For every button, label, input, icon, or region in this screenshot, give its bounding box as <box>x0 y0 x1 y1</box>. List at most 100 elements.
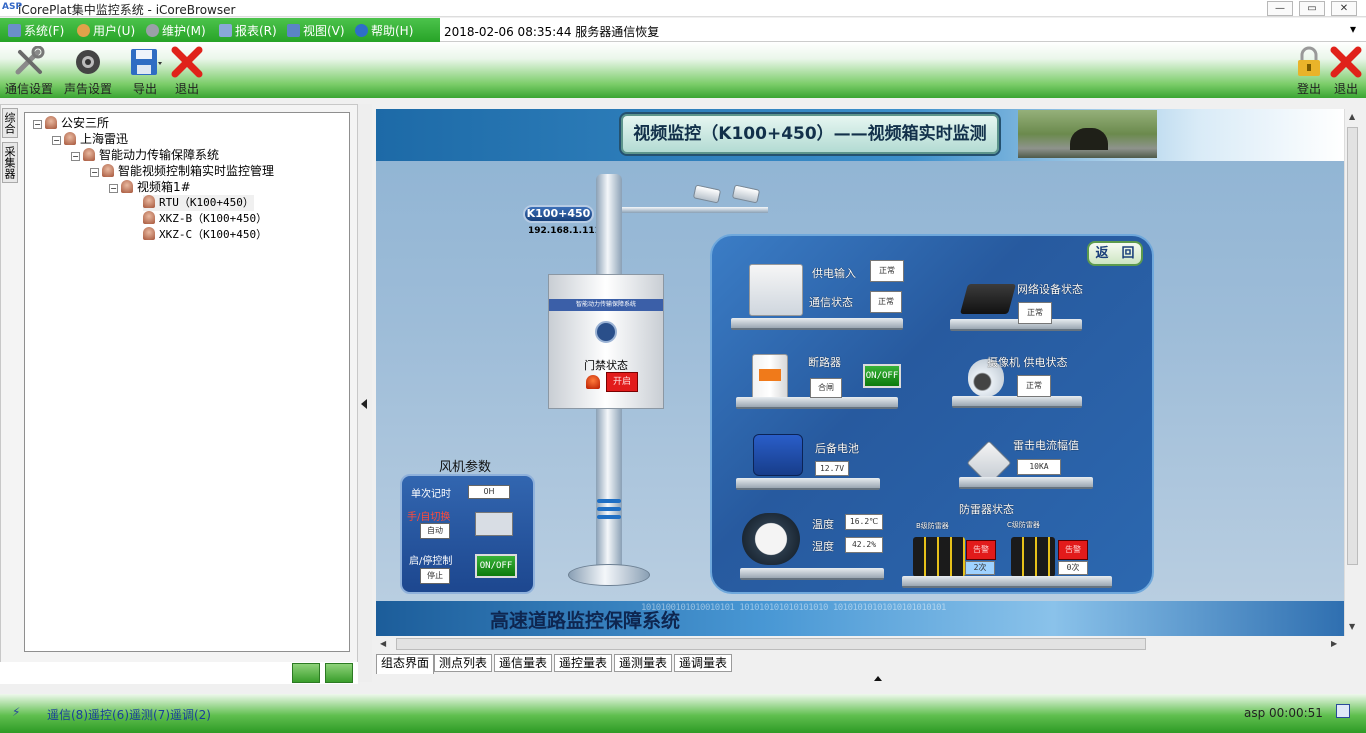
tab-points[interactable]: 测点列表 <box>434 654 493 672</box>
menu-user[interactable]: 用户(U) <box>77 22 135 39</box>
tree-node-videobox[interactable]: − 视频箱1# <box>109 179 191 195</box>
camera-arm <box>622 207 768 213</box>
camera-power-value: 正常 <box>1017 375 1051 397</box>
toolbar: 通信设置 声告设置 导出 退出 登出 退出 <box>0 42 1366 98</box>
vertical-scroll-thumb[interactable] <box>1347 127 1358 565</box>
shelf <box>736 397 898 409</box>
lightning-current-value: 10KA <box>1017 459 1061 475</box>
fan-panel: 单次记时 0H 手/自切换 自动 启/停控制 停止 ON/OFF <box>400 474 535 594</box>
breaker-label: 断路器 <box>808 356 841 369</box>
spd-c-label: C级防雷器 <box>1007 521 1040 529</box>
comm-status-label: 通信状态 <box>809 296 853 309</box>
menu-view[interactable]: 视图(V) <box>287 22 345 39</box>
menu-help[interactable]: 帮助(H) <box>355 22 413 39</box>
user-icon <box>77 24 90 37</box>
tab-teleadjust[interactable]: 遥调量表 <box>674 654 733 672</box>
tunnel-photo <box>1018 110 1157 158</box>
tab-telesignal[interactable]: 遥信量表 <box>494 654 553 672</box>
scroll-up-icon[interactable]: ▲ <box>1349 112 1355 121</box>
tree-node-system[interactable]: − 智能动力传输保障系统 <box>71 147 219 163</box>
temperature-value: 16.2℃ <box>845 514 883 530</box>
horizontal-scrollbar[interactable]: ◀ ▶ <box>376 636 1344 652</box>
comm-status-value: 正常 <box>870 291 902 313</box>
locate-button[interactable] <box>325 663 353 683</box>
breaker-value: 合闸 <box>810 378 842 398</box>
shelf <box>950 319 1082 331</box>
collapse-left-icon[interactable] <box>361 399 367 409</box>
network-status-value: 正常 <box>1018 302 1052 324</box>
collapse-icon[interactable]: − <box>90 168 99 177</box>
tree-node-company[interactable]: − 上海雷迅 <box>52 131 128 147</box>
lightning-current-label: 雷击电流幅值 <box>1013 439 1079 452</box>
vertical-scrollbar[interactable]: ▲ ▼ <box>1344 109 1360 636</box>
spd-c-icon <box>1011 537 1055 577</box>
expand-panel-icon[interactable] <box>874 676 882 681</box>
temperature-label: 温度 <box>812 518 834 531</box>
alarm-bell-icon <box>143 227 155 240</box>
breaker-onoff-button[interactable]: ON/OFF <box>863 364 901 388</box>
minimize-button[interactable]: — <box>1267 1 1293 16</box>
pole-stripe <box>597 499 621 503</box>
scroll-down-icon[interactable]: ▼ <box>1349 622 1355 631</box>
edit-icon[interactable] <box>1336 704 1350 718</box>
footer-title: 高速道路监控保障系统 <box>490 610 681 632</box>
collapse-icon[interactable]: − <box>109 184 118 193</box>
refresh-button[interactable] <box>292 663 320 683</box>
comm-settings-button[interactable]: 通信设置 <box>4 45 54 97</box>
menu-system[interactable]: 系统(F) <box>8 22 64 39</box>
shelf <box>731 318 903 330</box>
red-x-icon <box>170 46 204 78</box>
horizontal-scroll-thumb[interactable] <box>396 638 1146 650</box>
network-status-label: 网络设备状态 <box>1017 283 1083 296</box>
battery-icon <box>753 434 803 476</box>
power-input-value: 正常 <box>870 260 904 282</box>
sound-settings-button[interactable]: 声告设置 <box>63 46 113 97</box>
pole-stripe <box>597 515 621 519</box>
tab-configuration[interactable]: 组态界面 <box>376 654 435 674</box>
status-message-bar: 2018-02-06 08:35:44 服务器通信恢复 ▾ <box>440 18 1366 42</box>
point-counts: 遥信(8)遥控(6)遥测(7)遥调(2) <box>47 708 211 722</box>
collapse-icon[interactable]: − <box>33 120 42 129</box>
window-title-bar: ASP iCorePlat集中监控系统 - iCoreBrowser — ▭ ✕ <box>0 0 1366 17</box>
spd-b-status: 告警 <box>966 540 996 560</box>
fan-onoff-button[interactable]: ON/OFF <box>475 554 517 578</box>
manual-auto-switch[interactable] <box>475 512 513 536</box>
camera-icon <box>731 184 761 204</box>
tree-node-management[interactable]: − 智能视频控制箱实时监控管理 <box>90 163 274 179</box>
close-button[interactable]: ✕ <box>1331 1 1357 16</box>
scroll-left-icon[interactable]: ◀ <box>380 639 386 648</box>
tree-node-rtu[interactable]: RTU（K100+450） <box>143 195 254 211</box>
pane-splitter[interactable] <box>358 104 372 682</box>
network-device-icon <box>959 284 1017 314</box>
back-button[interactable]: 返 回 <box>1087 241 1143 266</box>
spd-b-icon <box>913 537 965 577</box>
collapse-icon[interactable]: − <box>71 152 80 161</box>
menu-maintain[interactable]: 维护(M) <box>146 22 206 39</box>
collapse-icon[interactable]: − <box>52 136 61 145</box>
quit-button[interactable]: 退出 <box>170 46 204 97</box>
dropdown-arrow-icon[interactable]: ▾ <box>1350 22 1356 36</box>
alarm-bell-icon <box>45 116 57 129</box>
gear-icon <box>146 24 159 37</box>
thermometer-gauge-icon <box>742 513 800 565</box>
fan-runtime-label: 单次记时 <box>411 489 451 500</box>
humidity-value: 42.2% <box>845 537 883 553</box>
tree-node-xkz-b[interactable]: XKZ-B（K100+450） <box>143 211 267 227</box>
tree-node-root[interactable]: − 公安三所 <box>33 115 109 131</box>
export-button[interactable]: 导出 <box>124 46 166 97</box>
tree-node-xkz-c[interactable]: XKZ-C（K100+450） <box>143 227 267 243</box>
spd-b-count: 2次 <box>965 561 995 575</box>
maximize-button[interactable]: ▭ <box>1299 1 1325 16</box>
logout-button[interactable]: 登出 <box>1292 46 1326 97</box>
alarm-bell-icon <box>64 132 76 145</box>
side-tab-collector[interactable]: 采集器 <box>2 142 18 183</box>
spd-c-count: 0次 <box>1058 561 1088 575</box>
side-tab-overview[interactable]: 综合 <box>2 108 18 138</box>
tab-telecontrol[interactable]: 遥控量表 <box>554 654 613 672</box>
exit-button[interactable]: 退出 <box>1329 46 1363 97</box>
scroll-right-icon[interactable]: ▶ <box>1331 639 1337 648</box>
shelf <box>740 568 884 580</box>
menu-report[interactable]: 报表(R) <box>219 22 277 39</box>
window-title: iCorePlat集中监控系统 - iCoreBrowser <box>18 3 236 17</box>
tab-telemetry[interactable]: 遥测量表 <box>614 654 673 672</box>
